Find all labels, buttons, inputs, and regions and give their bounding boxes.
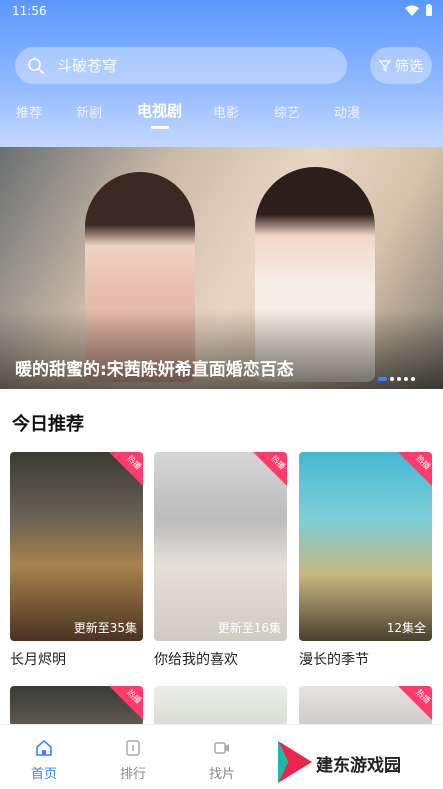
drama-card-partial[interactable]: 热播	[299, 686, 432, 726]
drama-title: 你给我的喜欢	[154, 652, 238, 668]
tab-new-drama[interactable]: 新剧	[76, 102, 102, 121]
banner-dot[interactable]	[397, 377, 401, 381]
hot-badge: 热播	[109, 686, 143, 720]
system-icons	[405, 4, 433, 17]
drama-card-partial[interactable]	[154, 686, 287, 726]
poster-image: 热播 12集全	[299, 452, 432, 641]
search-placeholder: 斗破苍穹	[57, 57, 118, 75]
banner-dot[interactable]	[411, 377, 415, 381]
filter-label: 筛选	[395, 58, 423, 75]
tab-tv-series[interactable]: 电视剧	[137, 100, 182, 129]
nav-ranking[interactable]: 排行	[103, 739, 163, 782]
episode-status: 更新至35集	[73, 621, 137, 635]
drama-title: 长月烬明	[10, 652, 66, 668]
banner-pagination	[378, 377, 415, 381]
ranking-icon	[126, 740, 140, 756]
drama-card[interactable]: 热播 更新至16集 你给我的喜欢	[154, 452, 287, 669]
search-icon	[28, 57, 44, 74]
hot-badge: 热播	[253, 452, 287, 486]
tab-movie[interactable]: 电影	[213, 102, 239, 121]
drama-card-partial[interactable]: 热播	[10, 686, 143, 726]
nav-find[interactable]: 找片	[192, 739, 252, 782]
section-title: 今日推荐	[12, 414, 84, 435]
banner-dot[interactable]	[378, 377, 387, 381]
hot-badge: 热播	[109, 452, 143, 486]
category-tabs: 推荐 新剧 电视剧 电影 综艺 动漫	[0, 102, 443, 136]
active-tab-indicator	[150, 126, 169, 129]
poster-image: 热播 更新至35集	[10, 452, 143, 641]
status-time: 11:56	[12, 4, 47, 18]
banner-dot[interactable]	[390, 377, 394, 381]
battery-icon	[426, 4, 432, 16]
filter-button[interactable]: 筛选	[370, 47, 432, 84]
banner-title: 暖的甜蜜的:宋茜陈妍希直面婚恋百态	[15, 360, 294, 380]
header: 11:56 斗破苍穹 筛选 推荐 新剧 电视剧 电影 综艺 动漫	[0, 0, 443, 147]
episode-status: 12集全	[386, 621, 426, 635]
status-bar: 11:56	[0, 0, 443, 24]
banner-dot[interactable]	[404, 377, 408, 381]
hot-badge: 热播	[398, 686, 432, 720]
filter-icon	[379, 59, 391, 72]
drama-card[interactable]: 热播 12集全 漫长的季节	[299, 452, 432, 669]
episode-status: 更新至16集	[217, 621, 281, 635]
search-bar[interactable]: 斗破苍穹	[15, 47, 347, 84]
tab-recommend[interactable]: 推荐	[16, 102, 42, 121]
hot-badge: 热播	[398, 452, 432, 486]
poster-image: 热播 更新至16集	[154, 452, 287, 641]
nav-home[interactable]: 首页	[14, 739, 74, 782]
drama-card[interactable]: 热播 更新至35集 长月烬明	[10, 452, 143, 669]
watermark-logo-icon	[278, 741, 312, 783]
drama-title: 漫长的季节	[299, 652, 369, 668]
home-icon	[36, 739, 52, 756]
wifi-icon	[405, 5, 419, 16]
tab-variety[interactable]: 综艺	[274, 102, 300, 121]
watermark-text: 建东游戏园	[316, 756, 401, 776]
tab-anime[interactable]: 动漫	[334, 102, 360, 121]
video-icon	[214, 742, 229, 754]
watermark: 建东游戏园	[276, 737, 436, 787]
hero-banner[interactable]: 暖的甜蜜的:宋茜陈妍希直面婚恋百态	[0, 147, 443, 389]
